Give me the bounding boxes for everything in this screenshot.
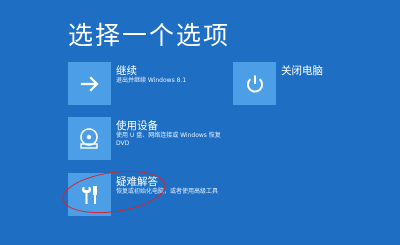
continue-option[interactable]: 继续 退出并继续 Windows 8.1	[68, 62, 193, 107]
use-device-option[interactable]: 使用设备 使用 U 盘、网络连接或 Windows 恢复 DVD	[68, 117, 221, 162]
continue-tile[interactable]	[68, 62, 111, 105]
shutdown-option[interactable]: 关闭电脑	[233, 62, 333, 107]
arrow-right-icon	[79, 73, 101, 95]
continue-description: 退出并继续 Windows 8.1	[116, 77, 187, 84]
troubleshoot-title: 疑难解答	[116, 176, 158, 188]
power-icon	[244, 73, 266, 95]
continue-title: 继续	[116, 65, 137, 77]
troubleshoot-option[interactable]: 疑难解答 恢复或初始化电脑，或者使用高级工具	[68, 173, 218, 218]
troubleshoot-description: 恢复或初始化电脑，或者使用高级工具	[116, 188, 219, 195]
use-device-title: 使用设备	[116, 120, 158, 132]
troubleshoot-tile[interactable]	[68, 173, 111, 216]
page-title: 选择一个选项	[68, 21, 231, 50]
shutdown-tile[interactable]	[233, 62, 276, 105]
disc-drive-icon	[78, 127, 102, 151]
use-device-description: 使用 U 盘、网络连接或 Windows 恢复 DVD	[116, 132, 221, 147]
tools-icon	[78, 183, 102, 207]
use-device-tile[interactable]	[68, 117, 111, 160]
shutdown-title: 关闭电脑	[281, 65, 323, 77]
